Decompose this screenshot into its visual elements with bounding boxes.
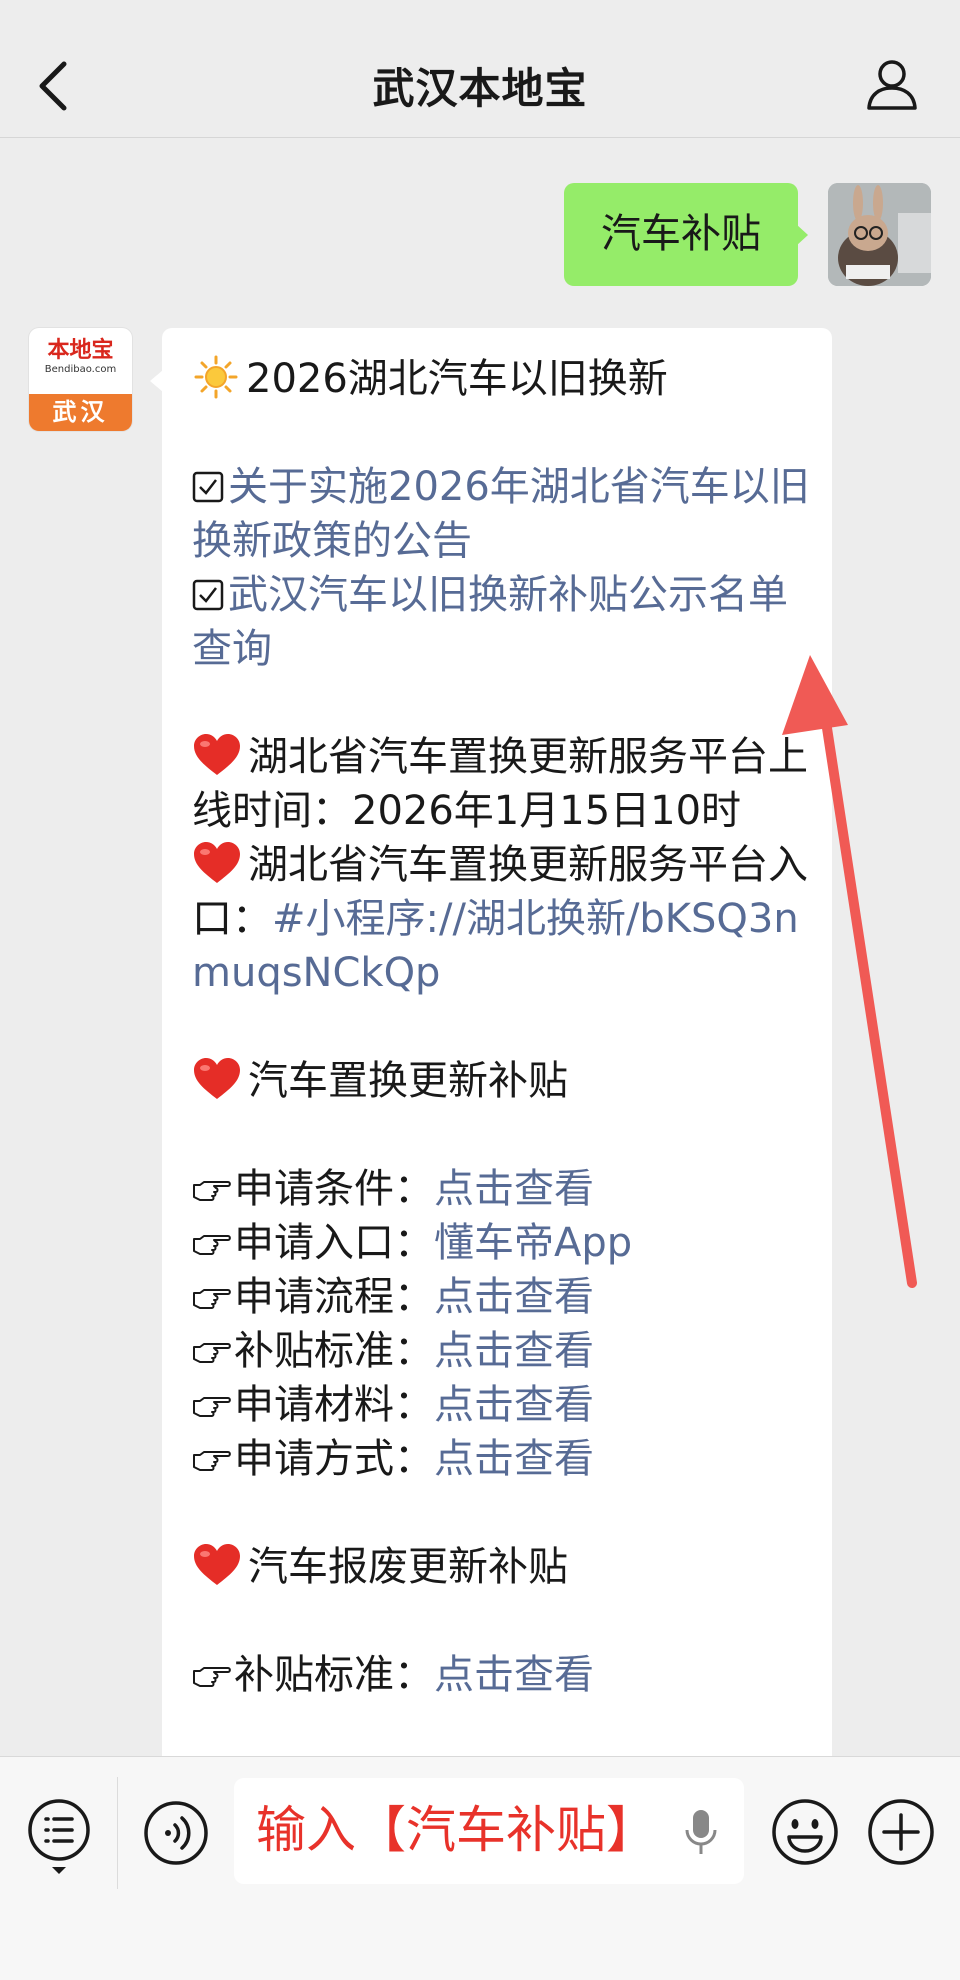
section2-list: 补贴标准：点击查看 bbox=[192, 1648, 818, 1702]
sun-icon bbox=[194, 355, 238, 399]
incoming-message-bubble: 2026湖北汽车以旧换新 关于实施2026年湖北省汽车以旧换新政策的公告 武汉汽… bbox=[162, 328, 832, 1808]
item-label: 补贴标准： bbox=[234, 1652, 434, 1698]
section2-item: 补贴标准：点击查看 bbox=[192, 1648, 818, 1702]
item-label: 补贴标准： bbox=[234, 1328, 434, 1374]
avatar-logo: 本地宝 Bendibao.com bbox=[29, 328, 132, 394]
item-link[interactable]: 点击查看 bbox=[434, 1436, 594, 1482]
my-avatar[interactable] bbox=[828, 183, 931, 286]
avatar-domain: Bendibao.com bbox=[44, 364, 117, 375]
section1-item: 申请条件：点击查看 bbox=[192, 1162, 818, 1216]
section2-title-line: 汽车报废更新补贴 bbox=[192, 1540, 818, 1594]
input-overlay-text: 输入【汽车补贴】 bbox=[256, 1801, 656, 1859]
pointing-hand-icon bbox=[193, 1397, 231, 1417]
message-heading-line: 2026湖北汽车以旧换新 bbox=[192, 352, 818, 406]
item-link[interactable]: 点击查看 bbox=[434, 1274, 594, 1320]
outgoing-message-bubble[interactable]: 汽车补贴 bbox=[564, 183, 798, 286]
item-label: 申请方式： bbox=[234, 1436, 434, 1482]
message-heading: 2026湖北汽车以旧换新 bbox=[246, 356, 668, 402]
message-body: 2026湖北汽车以旧换新 关于实施2026年湖北省汽车以旧换新政策的公告 武汉汽… bbox=[192, 352, 818, 1702]
plus-icon[interactable] bbox=[866, 1797, 936, 1867]
platform-time-value: 2026年1月15日10时 bbox=[352, 788, 742, 834]
platform-entry-line: 湖北省汽车置换更新服务平台入口：#小程序://湖北换新/bKSQ3nmuqsNC… bbox=[192, 838, 818, 1000]
checkbox-icon bbox=[192, 579, 224, 611]
section1-item: 申请流程：点击查看 bbox=[192, 1270, 818, 1324]
section1-item: 申请方式：点击查看 bbox=[192, 1432, 818, 1486]
chat-header: 武汉本地宝 bbox=[0, 0, 960, 138]
outgoing-bubble-tail bbox=[796, 224, 808, 246]
emoji-icon[interactable] bbox=[770, 1797, 840, 1867]
item-label: 申请流程： bbox=[234, 1274, 434, 1320]
heart-icon bbox=[194, 842, 240, 883]
item-link[interactable]: 点击查看 bbox=[434, 1652, 594, 1698]
chat-input-bar: 输入【汽车补贴】 bbox=[0, 1756, 960, 1980]
heart-icon bbox=[194, 1058, 240, 1099]
link-line-public-list[interactable]: 武汉汽车以旧换新补贴公示名单查询 bbox=[192, 568, 818, 676]
item-label: 申请材料： bbox=[234, 1382, 434, 1428]
toolbar-divider bbox=[117, 1777, 118, 1889]
platform-time-line: 湖北省汽车置换更新服务平台上线时间：2026年1月15日10时 bbox=[192, 730, 818, 838]
pointing-hand-icon bbox=[193, 1289, 231, 1309]
person-icon[interactable] bbox=[864, 56, 920, 112]
avatar-brand: 本地宝 bbox=[47, 337, 114, 363]
public-list-link[interactable]: 武汉汽车以旧换新补贴公示名单查询 bbox=[192, 572, 788, 672]
section1-title-line: 汽车置换更新补贴 bbox=[192, 1054, 818, 1108]
section1-item: 申请材料：点击查看 bbox=[192, 1378, 818, 1432]
item-label: 申请入口： bbox=[234, 1220, 434, 1266]
chat-title: 武汉本地宝 bbox=[372, 64, 588, 113]
heart-icon bbox=[194, 734, 240, 775]
mini-program-link[interactable]: #小程序://湖北换新/bKSQ3nmuqsNCkQp bbox=[192, 896, 799, 996]
section1-list: 申请条件：点击查看 申请入口：懂车帝App 申请流程：点击查看 补贴标准：点击查看 申请… bbox=[192, 1162, 818, 1486]
section1-title: 汽车置换更新补贴 bbox=[248, 1058, 568, 1104]
voice-icon[interactable] bbox=[142, 1799, 210, 1867]
menu-icon[interactable] bbox=[26, 1797, 92, 1875]
link-line-announcement[interactable]: 关于实施2026年湖北省汽车以旧换新政策的公告 bbox=[192, 460, 818, 568]
mic-icon[interactable] bbox=[684, 1808, 718, 1858]
item-link[interactable]: 点击查看 bbox=[434, 1166, 594, 1212]
pointing-hand-icon bbox=[193, 1667, 231, 1687]
checkbox-icon bbox=[192, 471, 224, 503]
message-input[interactable]: 输入【汽车补贴】 bbox=[234, 1778, 744, 1884]
pointing-hand-icon bbox=[193, 1343, 231, 1363]
announcement-link[interactable]: 关于实施2026年湖北省汽车以旧换新政策的公告 bbox=[192, 464, 810, 564]
avatar-city: 武汉 bbox=[29, 394, 132, 431]
item-link[interactable]: 点击查看 bbox=[434, 1328, 594, 1374]
rabbit-avatar-image bbox=[828, 183, 931, 286]
heart-icon bbox=[194, 1544, 240, 1585]
section1-item: 申请入口：懂车帝App bbox=[192, 1216, 818, 1270]
section2-title: 汽车报废更新补贴 bbox=[248, 1544, 568, 1590]
item-link[interactable]: 懂车帝App bbox=[434, 1220, 632, 1266]
item-link[interactable]: 点击查看 bbox=[434, 1382, 594, 1428]
section1-item: 补贴标准：点击查看 bbox=[192, 1324, 818, 1378]
pointing-hand-icon bbox=[193, 1451, 231, 1471]
sender-avatar[interactable]: 本地宝 Bendibao.com 武汉 bbox=[29, 328, 132, 431]
pointing-hand-icon bbox=[193, 1235, 231, 1255]
pointing-hand-icon bbox=[193, 1181, 231, 1201]
item-label: 申请条件： bbox=[234, 1166, 434, 1212]
